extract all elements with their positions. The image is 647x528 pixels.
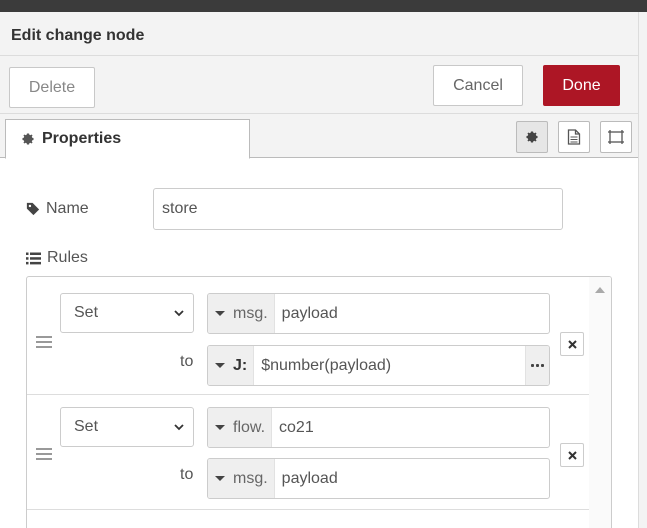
type-selector[interactable]: flow. — [208, 408, 273, 447]
page-scrollbar[interactable] — [638, 12, 647, 528]
cancel-button[interactable]: Cancel — [433, 65, 523, 106]
gear-icon — [22, 133, 34, 145]
type-selector[interactable]: J: — [208, 346, 255, 385]
rule-target-input[interactable]: flow. co21 — [207, 407, 550, 448]
tabs-bar: Properties — [0, 114, 638, 159]
name-input[interactable] — [153, 188, 563, 230]
tray-header: Edit change node — [0, 12, 638, 56]
type-label: flow. — [233, 418, 266, 436]
rule-row: Set msg. payload to J: $number(payload) — [27, 281, 589, 395]
chevron-down-icon — [174, 310, 184, 317]
tray-title: Edit change node — [11, 27, 145, 44]
rule-action-value: Set — [74, 418, 99, 435]
rules-label: Rules — [26, 249, 88, 267]
scroll-up-icon[interactable] — [595, 287, 605, 293]
type-label: msg. — [233, 304, 268, 322]
close-icon — [567, 339, 577, 349]
to-label: to — [180, 466, 194, 483]
rule-target-input[interactable]: msg. payload — [207, 293, 550, 334]
remove-rule-button[interactable] — [560, 443, 584, 467]
rule-row: Set flow. co21 to msg. payload — [27, 396, 589, 510]
window-top-bar — [0, 0, 647, 12]
tab-settings-button[interactable] — [516, 121, 548, 153]
jsonata-icon: J: — [233, 356, 248, 374]
chevron-down-icon — [174, 424, 184, 431]
typed-value[interactable]: $number(payload) — [254, 357, 391, 375]
tab-properties-label: Properties — [42, 130, 122, 147]
name-label: Name — [26, 200, 89, 218]
tab-appearance-button[interactable] — [600, 121, 632, 153]
rules-scrollbar[interactable] — [589, 277, 611, 528]
rule-action-select[interactable]: Set — [60, 293, 194, 333]
list-icon — [26, 252, 41, 264]
tab-description-button[interactable] — [558, 121, 590, 153]
name-label-text: Name — [46, 200, 89, 217]
caret-down-icon — [215, 425, 225, 430]
rules-label-text: Rules — [47, 249, 88, 266]
document-icon — [567, 129, 581, 145]
drag-handle-icon[interactable] — [36, 448, 52, 460]
to-label: to — [180, 353, 194, 370]
done-button[interactable]: Done — [543, 65, 620, 106]
caret-down-icon — [215, 476, 225, 481]
close-icon — [567, 450, 577, 460]
typed-value[interactable]: payload — [275, 470, 338, 488]
tab-properties[interactable]: Properties — [5, 119, 250, 159]
type-selector[interactable]: msg. — [208, 459, 275, 498]
rules-list: Set msg. payload to J: $number(payload) … — [26, 276, 612, 528]
tag-icon — [26, 202, 40, 216]
remove-rule-button[interactable] — [560, 332, 584, 356]
typed-value[interactable]: payload — [275, 305, 338, 323]
type-label: msg. — [233, 469, 268, 487]
frame-icon — [608, 130, 624, 144]
rule-source-input[interactable]: J: $number(payload) — [207, 345, 550, 386]
rule-action-value: Set — [74, 304, 99, 321]
type-selector[interactable]: msg. — [208, 294, 275, 333]
rule-source-input[interactable]: msg. payload — [207, 458, 550, 499]
gear-icon — [526, 131, 538, 143]
caret-down-icon — [215, 363, 225, 368]
drag-handle-icon[interactable] — [36, 336, 52, 348]
tray-toolbar: Delete Cancel Done — [0, 56, 638, 114]
caret-down-icon — [215, 311, 225, 316]
delete-button[interactable]: Delete — [9, 67, 95, 108]
expression-editor-button[interactable] — [525, 346, 549, 385]
typed-value[interactable]: co21 — [272, 419, 314, 437]
rule-action-select[interactable]: Set — [60, 407, 194, 447]
